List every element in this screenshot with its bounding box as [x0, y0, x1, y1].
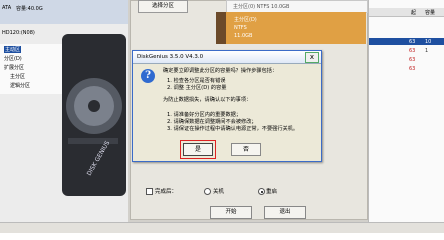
hard-disk-icon: DISK GENIUS [62, 34, 126, 196]
partition-tree: 主动区 分区(D) 扩展分区 主分区 逻辑分区 [0, 44, 63, 94]
tree-item[interactable]: 扩展分区 [4, 64, 24, 71]
dialog-text: 1. 检查各分区是否有错误 [167, 78, 226, 84]
start-button[interactable]: 开始 [210, 206, 252, 219]
table-cell: 63 [409, 57, 416, 63]
dialog-title: DiskGenius 3.5.0 V4.3.0 [137, 54, 204, 60]
table-cell: 63 [409, 48, 416, 54]
shutdown-label: 关机 [213, 189, 225, 195]
dialog-text: 3. 请保证在操作过程中请确认电源正常，不要强行关机。 [167, 126, 299, 132]
partition-strip [216, 12, 226, 44]
question-icon: ? [141, 69, 155, 83]
dialog-text: 2. 请确保数据在调整期间不会被修改； [167, 119, 257, 125]
tree-item[interactable]: 主动区 [4, 46, 22, 53]
restart-label: 重启 [266, 189, 278, 195]
partition-bar-fs: NTFS [234, 25, 247, 31]
restart-radio[interactable] [258, 188, 265, 195]
table-header: 起 容量 [369, 8, 444, 17]
dialog-text: 为防止数据损失，请确认以下的事项： [163, 97, 252, 103]
column-header: 起 [411, 10, 417, 16]
close-button[interactable]: x [305, 52, 319, 63]
dialog-text: 2. 调整 主分区(D) 的容量 [167, 85, 227, 91]
status-bar [0, 222, 444, 233]
interface-label: ATA [2, 5, 12, 11]
table-cell: 1 [425, 48, 429, 54]
partition-bar[interactable]: 主分区(D) NTFS 11.0GB [226, 12, 366, 44]
exit-button[interactable]: 退出 [264, 206, 306, 219]
disk-label: HD120:(N08) [2, 30, 35, 36]
partition-bar-size: 11.0GB [234, 33, 253, 39]
partition-info-text: 主分区(0) NTFS 10.0GB [233, 4, 290, 10]
partition-table: 起 容量 63 10 63 1 63 63 [368, 0, 444, 232]
table-cell: 63 [409, 66, 416, 72]
confirm-dialog: DiskGenius 3.5.0 V4.3.0 x ? 确定要立即调整此分区的容… [132, 50, 322, 162]
radio-dot [260, 190, 263, 193]
table-cell: 10 [425, 39, 432, 45]
complete-checkbox[interactable] [146, 188, 153, 195]
dialog-titlebar[interactable]: DiskGenius 3.5.0 V4.3.0 x [133, 51, 321, 64]
complete-label: 完成后： [155, 189, 178, 195]
dialog-text: 1. 请准备好分区内的重要数据； [167, 112, 242, 118]
selected-row-highlight [369, 38, 444, 45]
tree-item[interactable]: 分区(D) [4, 55, 22, 62]
disk-header: ATA 容量:40.0G [0, 0, 128, 24]
partition-bar-name: 主分区(D) [234, 17, 257, 23]
select-partition-button[interactable]: 选择分区 [138, 0, 188, 13]
column-header: 容量 [425, 10, 436, 16]
shutdown-radio[interactable] [204, 188, 211, 195]
capacity-label: 容量:40.0G [16, 6, 43, 12]
tree-item[interactable]: 逻辑分区 [10, 82, 30, 89]
dialog-text: 确定要立即调整此分区的容量吗？操作步骤包括： [163, 68, 278, 74]
left-panel: ATA 容量:40.0G HD120:(N08) 主动区 分区(D) 扩展分区 … [0, 0, 128, 232]
table-cell: 63 [409, 39, 416, 45]
no-button[interactable]: 否 [231, 143, 261, 156]
yes-button[interactable]: 是 [183, 143, 213, 156]
tree-item[interactable]: 主分区 [10, 73, 25, 80]
